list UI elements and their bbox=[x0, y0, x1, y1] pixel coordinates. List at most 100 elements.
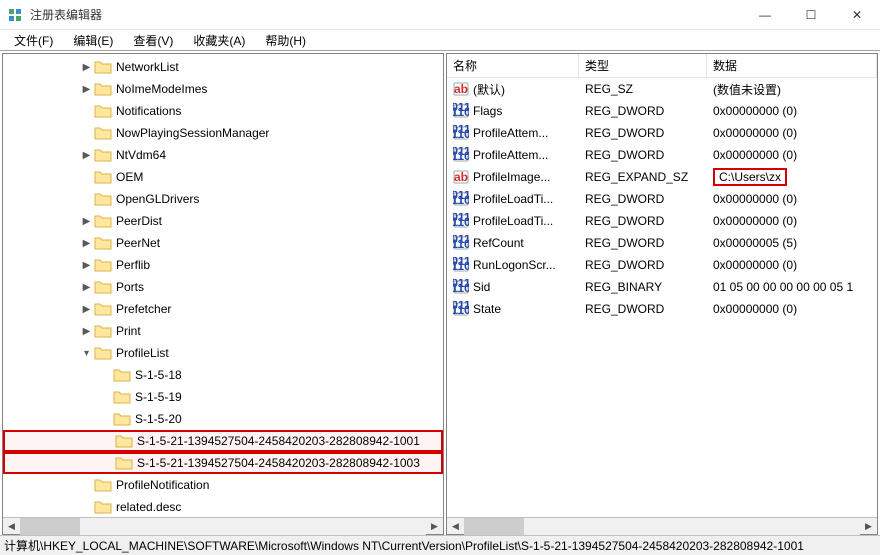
tree-node[interactable]: ▶ Perflib bbox=[3, 254, 443, 276]
tree-node[interactable]: ▶NoImeModeImes bbox=[3, 78, 443, 100]
tree-node[interactable]: ▶ Prefetcher bbox=[3, 298, 443, 320]
value-row[interactable]: 011110StateREG_DWORD0x00000000 (0) bbox=[447, 298, 877, 320]
binary-value-icon: 011110 bbox=[451, 279, 471, 295]
tree-node[interactable]: ▶ Print bbox=[3, 320, 443, 342]
expander-none bbox=[100, 456, 115, 471]
col-header-type[interactable]: 类型 bbox=[579, 54, 707, 77]
value-name: (默认) bbox=[473, 81, 579, 98]
folder-icon bbox=[94, 236, 112, 250]
tree-node[interactable]: S-1-5-21-1394527504-2458420203-282808942… bbox=[3, 452, 443, 474]
titlebar: 注册表编辑器 — ☐ ✕ bbox=[0, 0, 880, 30]
values-hscroll[interactable]: ◀ ▶ bbox=[447, 517, 877, 534]
value-row[interactable]: 011110ProfileLoadTi...REG_DWORD0x0000000… bbox=[447, 188, 877, 210]
value-row[interactable]: 011110ProfileAttem...REG_DWORD0x00000000… bbox=[447, 122, 877, 144]
folder-icon bbox=[113, 412, 131, 426]
chevron-right-icon[interactable]: ▶ bbox=[79, 214, 94, 229]
tree-node-label: Prefetcher bbox=[116, 302, 171, 316]
expander-none bbox=[79, 126, 94, 141]
tree-node[interactable]: S-1-5-21-1394527504-2458420203-282808942… bbox=[3, 430, 443, 452]
tree-node[interactable]: OEM bbox=[3, 166, 443, 188]
tree-node[interactable]: S-1-5-18 bbox=[3, 364, 443, 386]
binary-value-icon: 011110 bbox=[451, 125, 471, 141]
chevron-right-icon[interactable]: ▶ bbox=[79, 258, 94, 273]
tree-node-label: NowPlayingSessionManager bbox=[116, 126, 269, 140]
tree-node-label: Print bbox=[116, 324, 141, 338]
tree-node[interactable]: ▶ PeerNet bbox=[3, 232, 443, 254]
value-row[interactable]: 011110FlagsREG_DWORD0x00000000 (0) bbox=[447, 100, 877, 122]
tree-node[interactable]: Notifications bbox=[3, 100, 443, 122]
value-row[interactable]: 011110ProfileLoadTi...REG_DWORD0x0000000… bbox=[447, 210, 877, 232]
svg-text:ab: ab bbox=[454, 82, 468, 96]
svg-text:110: 110 bbox=[453, 281, 469, 295]
close-button[interactable]: ✕ bbox=[834, 0, 880, 29]
tree-node-label: OEM bbox=[116, 170, 143, 184]
tree-node[interactable]: related.desc bbox=[3, 496, 443, 517]
values-list[interactable]: ab(默认)REG_SZ(数值未设置)011110FlagsREG_DWORD0… bbox=[447, 78, 877, 517]
tree-pane: ▶NetworkList▶NoImeModeImesNotifications N… bbox=[2, 53, 444, 535]
folder-icon bbox=[94, 170, 112, 184]
tree-node[interactable]: ProfileNotification bbox=[3, 474, 443, 496]
folder-icon bbox=[94, 214, 112, 228]
value-name: RefCount bbox=[473, 236, 579, 250]
scroll-thumb[interactable] bbox=[464, 518, 524, 535]
value-row[interactable]: 011110RefCountREG_DWORD0x00000005 (5) bbox=[447, 232, 877, 254]
tree-hscroll[interactable]: ◀ ▶ bbox=[3, 517, 443, 534]
value-type: REG_DWORD bbox=[579, 214, 707, 228]
maximize-button[interactable]: ☐ bbox=[788, 0, 834, 29]
col-header-data[interactable]: 数据 bbox=[707, 54, 877, 77]
chevron-right-icon[interactable]: ▶ bbox=[79, 324, 94, 339]
chevron-right-icon[interactable]: ▶ bbox=[79, 302, 94, 317]
tree-node[interactable]: ▶Ports bbox=[3, 276, 443, 298]
scroll-right-icon[interactable]: ▶ bbox=[426, 518, 443, 535]
registry-tree[interactable]: ▶NetworkList▶NoImeModeImesNotifications N… bbox=[3, 54, 443, 517]
value-row[interactable]: abProfileImage...REG_EXPAND_SZC:\Users\z… bbox=[447, 166, 877, 188]
folder-icon bbox=[94, 500, 112, 514]
value-name: ProfileImage... bbox=[473, 170, 579, 184]
scroll-left-icon[interactable]: ◀ bbox=[447, 518, 464, 535]
tree-node-label: S-1-5-21-1394527504-2458420203-282808942… bbox=[137, 434, 420, 448]
value-data: 0x00000000 (0) bbox=[707, 302, 877, 316]
menu-file[interactable]: 文件(F) bbox=[6, 31, 61, 50]
scroll-thumb[interactable] bbox=[20, 518, 80, 535]
tree-node-label: Perflib bbox=[116, 258, 150, 272]
tree-node[interactable]: ▶PeerDist bbox=[3, 210, 443, 232]
chevron-down-icon[interactable]: ▾ bbox=[79, 346, 94, 361]
tree-node[interactable]: S-1-5-19 bbox=[3, 386, 443, 408]
tree-node-label: PeerNet bbox=[116, 236, 160, 250]
scroll-track[interactable] bbox=[20, 518, 426, 535]
tree-node[interactable]: OpenGLDrivers bbox=[3, 188, 443, 210]
tree-node-label: ProfileNotification bbox=[116, 478, 209, 492]
tree-node[interactable]: NowPlayingSessionManager bbox=[3, 122, 443, 144]
minimize-button[interactable]: — bbox=[742, 0, 788, 29]
scroll-left-icon[interactable]: ◀ bbox=[3, 518, 20, 535]
chevron-right-icon[interactable]: ▶ bbox=[79, 60, 94, 75]
menu-view[interactable]: 查看(V) bbox=[125, 31, 181, 50]
value-row[interactable]: 011110ProfileAttem...REG_DWORD0x00000000… bbox=[447, 144, 877, 166]
chevron-right-icon[interactable]: ▶ bbox=[79, 280, 94, 295]
tree-node-label: S-1-5-18 bbox=[135, 368, 182, 382]
tree-node[interactable]: ▶NetworkList bbox=[3, 56, 443, 78]
tree-node-label: NtVdm64 bbox=[116, 148, 166, 162]
chevron-right-icon[interactable]: ▶ bbox=[79, 148, 94, 163]
value-type: REG_DWORD bbox=[579, 148, 707, 162]
menu-help[interactable]: 帮助(H) bbox=[257, 31, 314, 50]
tree-node[interactable]: ▶ NtVdm64 bbox=[3, 144, 443, 166]
expander-none bbox=[79, 170, 94, 185]
value-data: 0x00000000 (0) bbox=[707, 148, 877, 162]
value-row[interactable]: 011110RunLogonScr...REG_DWORD0x00000000 … bbox=[447, 254, 877, 276]
menu-edit[interactable]: 编辑(E) bbox=[65, 31, 121, 50]
col-header-name[interactable]: 名称 bbox=[447, 54, 579, 77]
value-data: 01 05 00 00 00 00 00 05 1 bbox=[707, 280, 877, 294]
value-name: Flags bbox=[473, 104, 579, 118]
scroll-right-icon[interactable]: ▶ bbox=[860, 518, 877, 535]
menu-favorites[interactable]: 收藏夹(A) bbox=[185, 31, 253, 50]
scroll-track[interactable] bbox=[464, 518, 860, 535]
folder-icon bbox=[94, 258, 112, 272]
tree-node[interactable]: S-1-5-20 bbox=[3, 408, 443, 430]
tree-node[interactable]: ▾ProfileList bbox=[3, 342, 443, 364]
chevron-right-icon[interactable]: ▶ bbox=[79, 236, 94, 251]
value-data: 0x00000000 (0) bbox=[707, 192, 877, 206]
chevron-right-icon[interactable]: ▶ bbox=[79, 82, 94, 97]
value-row[interactable]: ab(默认)REG_SZ(数值未设置) bbox=[447, 78, 877, 100]
value-row[interactable]: 011110SidREG_BINARY01 05 00 00 00 00 00 … bbox=[447, 276, 877, 298]
